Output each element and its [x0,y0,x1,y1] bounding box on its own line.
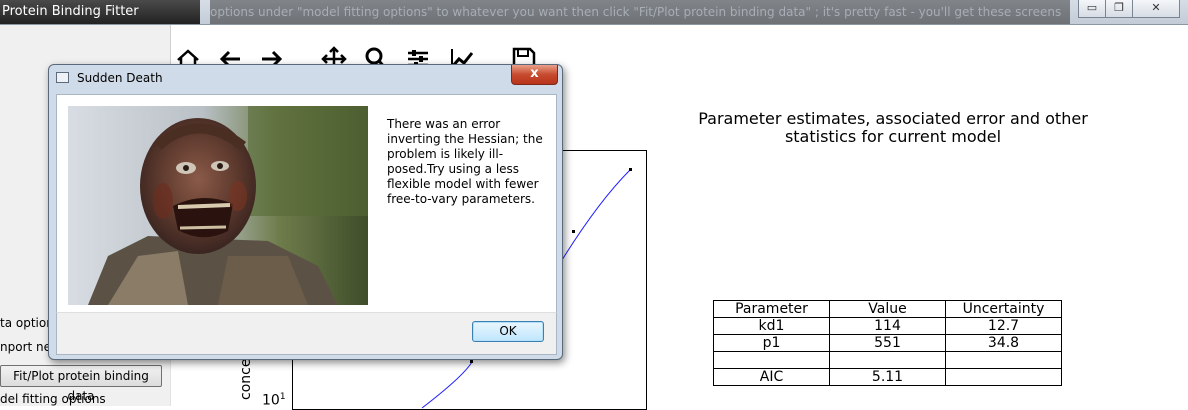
cell-parameter: kd1 [713,317,830,335]
stats-title-line2: statistics for current model [784,127,1002,146]
header-uncertainty: Uncertainty [945,300,1062,318]
cell-parameter: p1 [713,334,830,352]
dialog-title: Sudden Death [77,71,163,85]
restore-icon: ❐ [1114,1,1124,14]
app-title: Protein Binding Fitter [0,0,200,24]
fit-curve-line [421,361,473,409]
close-icon: x [530,66,539,81]
cell-value: 5.11 [829,368,946,386]
minimize-button[interactable]: ▭ [1078,0,1106,18]
table-row: p1 551 34.8 [713,334,1062,352]
fit-plot-button[interactable]: Fit/Plot protein binding data [0,365,162,403]
restore-button[interactable]: ❐ [1105,0,1133,18]
error-dialog: Sudden Death x There was an error invert… [48,64,563,360]
header-value: Value [829,300,946,318]
cell-parameter: AIC [713,368,830,386]
ok-button[interactable]: OK [472,321,544,342]
cell-uncertainty [945,351,1062,369]
dialog-app-icon [56,72,69,83]
table-row [713,351,1062,369]
zombie-image [68,106,368,305]
model-fitting-options-label: del fitting options [0,392,106,406]
fit-curve-line-upper [561,169,631,261]
y-tick-label: 101 [262,392,286,409]
y-axis-label: conce [238,358,254,400]
stats-title-line1: Parameter estimates, associated error an… [698,109,1088,128]
header-parameter: Parameter [713,300,830,318]
dialog-titlebar[interactable]: Sudden Death x [49,65,562,91]
data-point [470,360,473,363]
close-icon: ✕ [1151,1,1161,14]
cell-value [829,351,946,369]
stats-title: Parameter estimates, associated error an… [668,110,1118,146]
dialog-footer: OK [56,312,557,355]
table-header-row: Parameter Value Uncertainty [713,300,1062,318]
cell-uncertainty [945,368,1062,386]
dialog-body: There was an error inverting the Hessian… [56,94,557,314]
window-close-button[interactable]: ✕ [1132,0,1180,18]
cell-value: 114 [829,317,946,335]
data-point [629,168,632,171]
parameter-table: Parameter Value Uncertainty kd1 114 12.7… [713,300,1062,386]
data-point [572,230,575,233]
dialog-message: There was an error inverting the Hessian… [387,117,543,206]
cell-value: 551 [829,334,946,352]
y-tick-base: 10 [262,392,280,409]
dialog-close-button[interactable]: x [511,65,558,85]
table-row: AIC 5.11 [713,368,1062,386]
title-overlay-text: options under "model fitting options" to… [210,0,1070,24]
y-tick-exponent: 1 [279,392,286,402]
cell-uncertainty: 12.7 [945,317,1062,335]
minimize-icon: ▭ [1086,1,1098,14]
cell-parameter [713,351,830,369]
window-titlebar: Protein Binding Fitter options under "mo… [0,0,1188,25]
cell-uncertainty: 34.8 [945,334,1062,352]
table-row: kd1 114 12.7 [713,317,1062,335]
